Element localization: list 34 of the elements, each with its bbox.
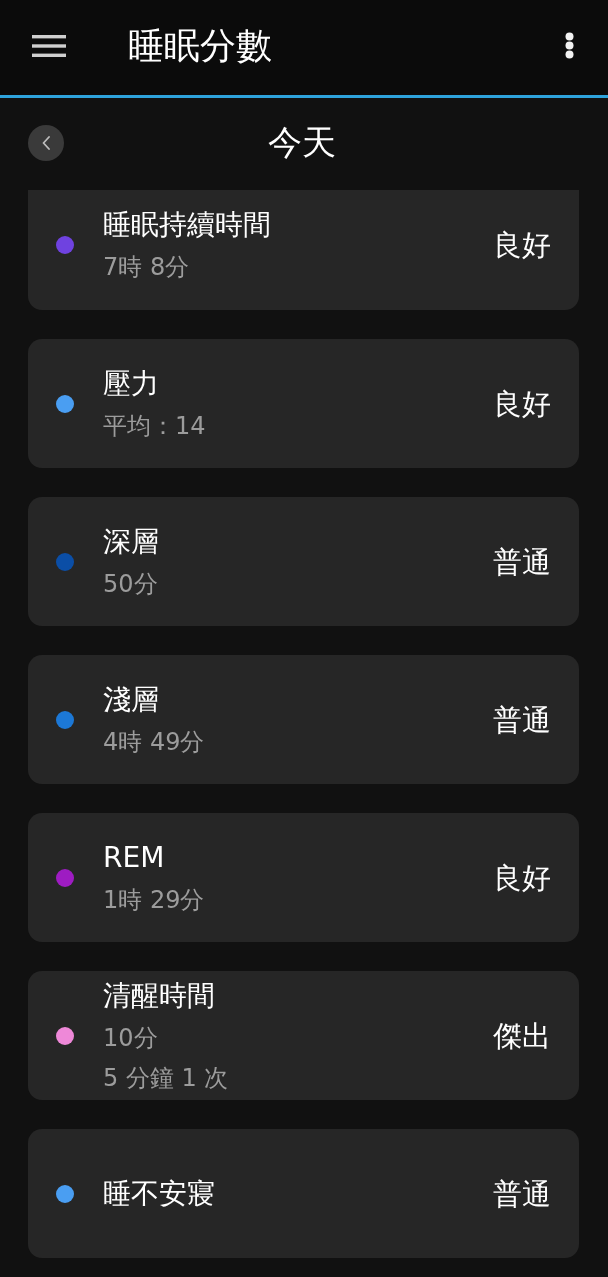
metric-title: 睡眠持續時間 [103,207,272,243]
app-title: 睡眠分數 [128,23,273,68]
metric-card[interactable]: 清醒時間 10分 5 分鐘 1 次 傑出 [28,971,579,1100]
metric-rating: 普通 [493,1175,551,1213]
metric-card[interactable]: 睡眠持續時間 7時 8分 良好 [28,190,579,310]
metric-rating: 傑出 [493,1017,551,1055]
metric-card[interactable]: 睡不安寢 普通 [28,1129,579,1258]
metric-detail: 5 分鐘 1 次 [103,1062,230,1094]
more-options-icon[interactable] [565,32,574,59]
chevron-left-icon [42,136,50,150]
metric-rating: 普通 [493,543,551,581]
metric-detail: 平均：14 [103,410,207,442]
metric-detail: 10分 [103,1022,159,1054]
metric-detail: 4時 49分 [103,726,206,758]
metric-title: 深層 [103,523,160,560]
metric-title: 壓力 [103,365,160,402]
metric-detail: 50分 [103,568,159,600]
metric-rating: 良好 [493,227,551,264]
metric-title: REM [103,839,166,876]
menu-icon[interactable] [32,34,66,57]
metric-rating: 普通 [493,701,551,739]
metric-card[interactable]: REM 1時 29分 良好 [28,813,579,942]
date-label: 今天 [268,121,336,164]
metric-title: 睡不安寢 [103,1175,216,1212]
metric-title: 淺層 [103,681,160,718]
metric-title: 清醒時間 [103,977,216,1014]
metric-card[interactable]: 壓力 平均：14 良好 [28,339,579,468]
metric-rating: 良好 [493,859,551,897]
back-button[interactable] [28,125,64,161]
metric-detail: 7時 8分 [103,252,191,283]
metric-card[interactable]: 深層 50分 普通 [28,497,579,626]
metric-detail: 1時 29分 [103,884,206,916]
metric-rating: 良好 [493,385,551,423]
metric-card[interactable]: 淺層 4時 49分 普通 [28,655,579,784]
